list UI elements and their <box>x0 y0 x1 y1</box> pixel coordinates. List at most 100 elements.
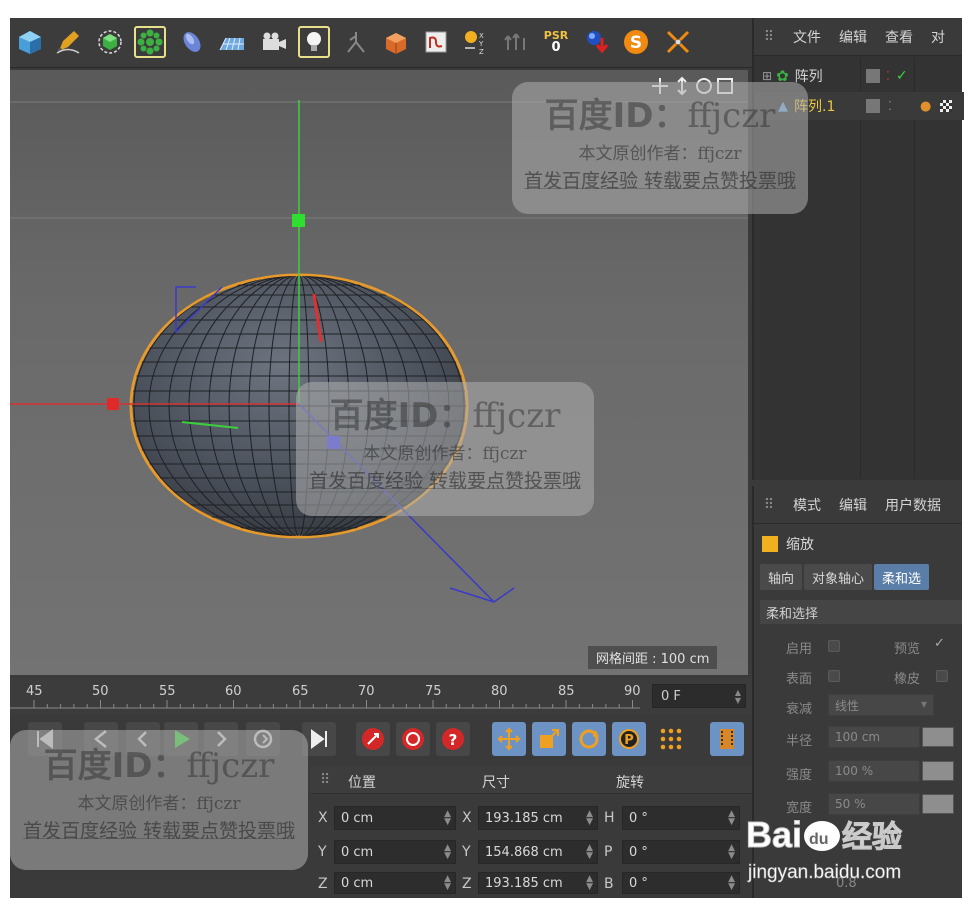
stepper-icon[interactable]: ▲ ▼ <box>586 844 593 861</box>
menu-file[interactable]: 文件 <box>784 27 830 47</box>
timeline-ruler[interactable]: 45 50 55 60 65 70 75 80 85 90 0 F ▲ ▼ <box>10 678 752 714</box>
rotation-axis-label: B <box>604 876 614 892</box>
cube-select-icon[interactable] <box>94 26 126 58</box>
position-z-field[interactable]: 0 cm ▲ ▼ <box>334 872 456 894</box>
xyz-coords-icon[interactable]: XYZ <box>460 26 492 58</box>
light-icon[interactable] <box>298 26 330 58</box>
rubber-checkbox[interactable] <box>936 670 948 682</box>
floor-icon[interactable] <box>216 26 248 58</box>
size-y-field[interactable]: 154.868 cm ▲ ▼ <box>478 840 598 864</box>
parameter-button[interactable]: P <box>612 722 646 756</box>
stepper-icon[interactable]: ▲ ▼ <box>586 810 593 827</box>
falloff-select[interactable]: 线性 ▾ <box>828 694 934 716</box>
position-x-field[interactable]: 0 cm ▲ ▼ <box>334 806 456 830</box>
menu-mode[interactable]: 模式 <box>784 495 830 515</box>
rotation-b-field[interactable]: 0 ° ▲ ▼ <box>622 872 740 894</box>
scale-tool-button[interactable] <box>532 722 566 756</box>
rotation-h-field[interactable]: 0 ° ▲ ▼ <box>622 806 740 830</box>
psr-value: 0 <box>551 40 561 55</box>
stepper-icon[interactable]: ▲ ▼ <box>444 810 451 827</box>
key-help-button[interactable]: ? <box>436 722 470 756</box>
position-header: 位置 <box>348 775 376 791</box>
visibility-dots-icon[interactable]: ⁚ <box>888 99 892 113</box>
psr-icon[interactable]: PSR 0 <box>540 26 572 58</box>
size-axis-label: Y <box>462 844 471 860</box>
point-level-button[interactable] <box>654 722 688 756</box>
panel-grip-icon[interactable]: ⠿ <box>754 497 784 513</box>
move-tool-button[interactable] <box>492 722 526 756</box>
rotate-tool-button[interactable] <box>572 722 606 756</box>
baidu-jingyan-logo: Bai du 经验 jingyan.baidu.com <box>742 808 962 898</box>
rotation-p-field[interactable]: 0 ° ▲ ▼ <box>622 840 740 864</box>
stepper-icon[interactable]: ▲ ▼ <box>728 875 735 892</box>
stepper-icon[interactable]: ▲ ▼ <box>728 810 735 827</box>
enable-checkbox[interactable] <box>828 640 840 652</box>
svg-text:Z: Z <box>479 48 484 56</box>
timeline-film-button[interactable] <box>710 722 744 756</box>
expand-icon[interactable]: ⊞ <box>762 69 772 83</box>
s-icon[interactable]: S <box>620 26 652 58</box>
layer-icon[interactable] <box>866 69 880 83</box>
x-axis-knob[interactable] <box>107 398 119 410</box>
deformer-icon[interactable] <box>176 26 208 58</box>
preview-check-icon[interactable]: ✓ <box>934 636 945 651</box>
paw-icon: du <box>804 821 841 851</box>
stepper-icon[interactable]: ▲ ▼ <box>735 689 741 705</box>
size-x-field[interactable]: 193.185 cm ▲ ▼ <box>478 806 598 830</box>
tick-label: 70 <box>358 684 375 699</box>
watermark-user: ffjczr <box>687 96 776 136</box>
size-z-field[interactable]: 193.185 cm ▲ ▼ <box>478 872 598 894</box>
watermark-author: 本文原创作者：ffjczr <box>578 144 742 164</box>
visibility-dots-icon[interactable]: ⁚ <box>886 69 890 83</box>
strength-swatch[interactable] <box>922 761 954 781</box>
tick-label: 80 <box>491 684 508 699</box>
texture-tag-icon[interactable] <box>940 100 952 112</box>
camera-icon[interactable] <box>258 26 290 58</box>
menu-edit[interactable]: 编辑 <box>830 27 876 47</box>
surface-checkbox[interactable] <box>828 670 840 682</box>
size-axis-label: X <box>462 810 472 826</box>
tab-object-axis[interactable]: 对象轴心 <box>804 564 873 590</box>
current-frame-field[interactable]: 0 F ▲ ▼ <box>652 684 746 708</box>
align-icon[interactable] <box>662 26 694 58</box>
menu-edit[interactable]: 编辑 <box>830 495 876 515</box>
field-value: 154.868 cm <box>485 844 563 860</box>
render-icon[interactable] <box>582 26 614 58</box>
auto-key-button[interactable] <box>396 722 430 756</box>
enabled-check-icon[interactable]: ✓ <box>896 68 908 84</box>
menu-view[interactable]: 查看 <box>876 27 922 47</box>
menu-user-data[interactable]: 用户数据 <box>876 495 950 515</box>
spline-tag-icon[interactable] <box>420 26 452 58</box>
character-icon[interactable] <box>340 26 372 58</box>
box-arrow-icon[interactable] <box>380 26 412 58</box>
stepper-icon[interactable]: ▲ ▼ <box>444 844 451 861</box>
pen-icon[interactable] <box>52 26 84 58</box>
stepper-icon[interactable]: ▲ ▼ <box>444 875 451 892</box>
array-icon[interactable] <box>134 26 166 58</box>
tab-axis[interactable]: 轴向 <box>760 564 803 590</box>
panel-grip-icon[interactable]: ⠿ <box>754 29 784 45</box>
svg-text:Y: Y <box>478 40 484 48</box>
field-value: 0 ° <box>629 844 648 860</box>
material-tag-icon[interactable]: ● <box>920 99 931 114</box>
position-axis-label: X <box>318 810 328 826</box>
radius-label: 半径 <box>786 734 813 749</box>
y-axis-knob[interactable] <box>292 214 305 227</box>
tab-soft-selection[interactable]: 柔和选 <box>874 564 930 590</box>
strength-field[interactable]: 100 % <box>828 760 920 782</box>
layer-icon[interactable] <box>866 99 880 113</box>
record-key-button[interactable] <box>356 722 390 756</box>
radius-swatch[interactable] <box>922 727 954 747</box>
snap-icon[interactable] <box>500 26 532 58</box>
position-y-field[interactable]: 0 cm ▲ ▼ <box>334 840 456 864</box>
cube-icon[interactable] <box>14 26 46 58</box>
surface-label: 表面 <box>786 672 813 687</box>
panel-grip-icon[interactable]: ⠿ <box>320 772 330 788</box>
radius-field[interactable]: 100 cm <box>828 726 920 748</box>
stepper-icon[interactable]: ▲ ▼ <box>728 844 735 861</box>
menu-object[interactable]: 对 <box>922 27 954 47</box>
strength-label: 强度 <box>786 768 813 783</box>
stepper-icon[interactable]: ▲ ▼ <box>586 875 593 892</box>
falloff-label: 衰减 <box>786 702 813 717</box>
svg-text:X: X <box>479 32 484 40</box>
